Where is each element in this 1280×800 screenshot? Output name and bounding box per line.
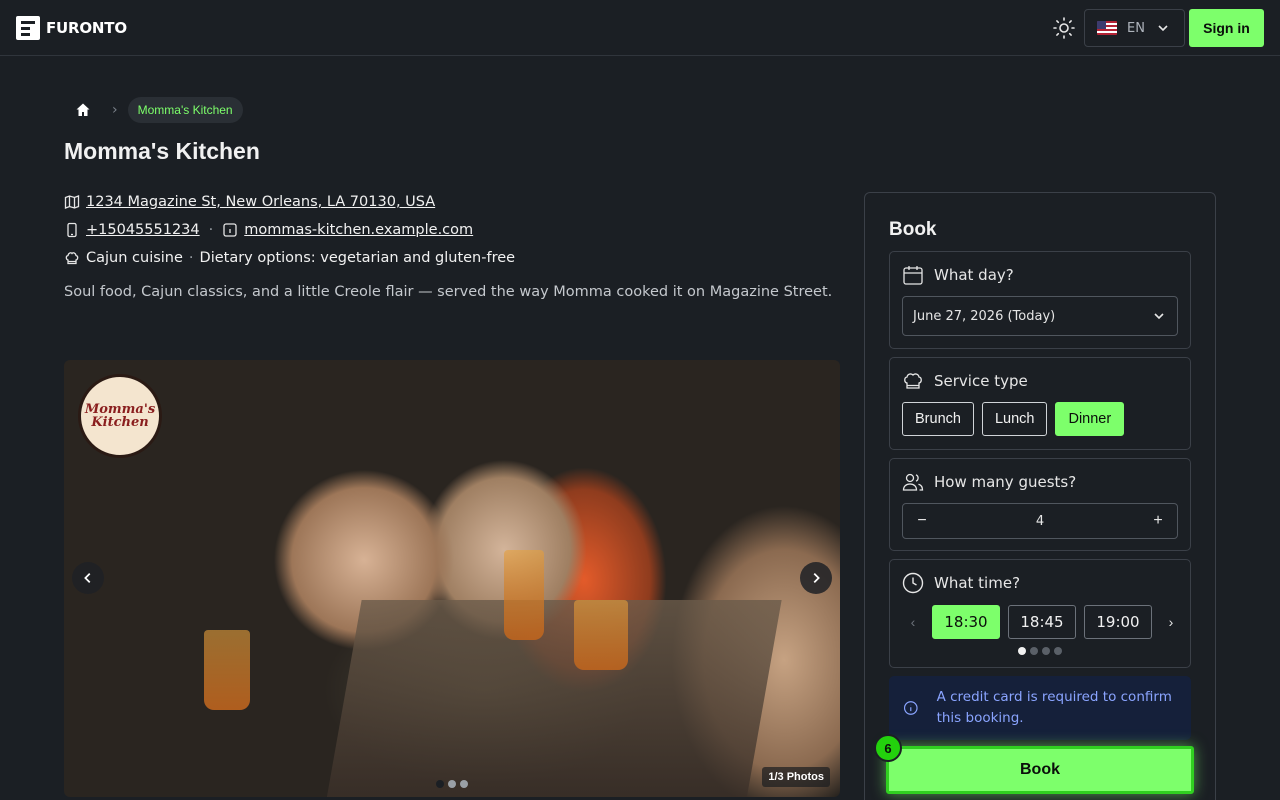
- top-bar: FURONTO EN Sign in: [0, 0, 1280, 56]
- restaurant-description: Soul food, Cajun classics, and a little …: [64, 284, 833, 300]
- cuisine-row: Cajun cuisine · Dietary options: vegetar…: [64, 250, 515, 266]
- time-slot[interactable]: 19:00: [1084, 605, 1152, 639]
- booking-panel: Book What day? June 27, 2026 (Today) Ser…: [864, 192, 1216, 800]
- users-icon: [902, 473, 924, 491]
- time-page-dot[interactable]: [1018, 647, 1026, 655]
- separator: ·: [208, 222, 214, 238]
- calendar-icon: [903, 266, 923, 285]
- guests-section: How many guests? − 4 +: [889, 458, 1191, 551]
- phone-link[interactable]: +15045551234: [86, 222, 200, 238]
- credit-card-notice: A credit card is required to confirm thi…: [889, 676, 1191, 740]
- map-icon: [64, 195, 80, 209]
- chef-hat-icon: [65, 252, 79, 265]
- photo-table-decor: [326, 600, 782, 797]
- time-page-dot[interactable]: [1054, 647, 1062, 655]
- day-value: June 27, 2026 (Today): [913, 308, 1056, 324]
- photo-glass-decor: [204, 630, 250, 710]
- logo-mark-icon: [16, 16, 40, 40]
- sign-in-button[interactable]: Sign in: [1189, 9, 1264, 47]
- service-section: Service type Brunch Lunch Dinner: [889, 357, 1191, 450]
- gallery-dot[interactable]: [448, 780, 456, 788]
- service-option-brunch[interactable]: Brunch: [902, 402, 974, 436]
- language-selector[interactable]: EN: [1084, 9, 1185, 47]
- book-button[interactable]: Book: [886, 746, 1194, 794]
- service-label: Service type: [934, 372, 1028, 390]
- chevron-down-icon: [1154, 313, 1164, 320]
- separator: ·: [188, 250, 194, 266]
- time-section: What time? ‹ 18:30 18:45 19:00 ›: [889, 559, 1191, 668]
- time-page-dots: [1018, 647, 1062, 655]
- language-code: EN: [1127, 20, 1145, 36]
- brand-name: FURONTO: [46, 19, 127, 37]
- phone-icon: [67, 222, 77, 238]
- info-icon: [223, 223, 237, 237]
- service-option-dinner[interactable]: Dinner: [1055, 402, 1125, 436]
- time-label: What time?: [934, 574, 1021, 592]
- decrease-guests-button[interactable]: −: [903, 504, 941, 538]
- address-link[interactable]: 1234 Magazine St, New Orleans, LA 70130,…: [86, 194, 435, 210]
- guests-stepper: − 4 +: [902, 503, 1178, 539]
- gallery-next-button[interactable]: [800, 562, 832, 594]
- photo-glass-decor: [574, 600, 628, 670]
- guests-label: How many guests?: [934, 473, 1077, 491]
- gallery-prev-button[interactable]: [72, 562, 104, 594]
- time-prev-button[interactable]: ‹: [902, 610, 924, 634]
- day-section: What day? June 27, 2026 (Today): [889, 251, 1191, 349]
- photo-glass-decor: [504, 550, 544, 640]
- notice-text: A credit card is required to confirm thi…: [936, 689, 1172, 726]
- guests-count: 4: [1035, 513, 1045, 529]
- step-badge: 6: [874, 734, 902, 762]
- logo-text: Momma's Kitchen: [84, 402, 156, 430]
- brand-logo[interactable]: FURONTO: [16, 16, 127, 40]
- day-select[interactable]: June 27, 2026 (Today): [902, 296, 1178, 336]
- chevron-right-icon: [813, 573, 820, 583]
- home-icon[interactable]: [64, 96, 102, 124]
- chevron-right-icon: ›: [112, 102, 118, 118]
- time-page-dot[interactable]: [1042, 647, 1050, 655]
- contact-row: +15045551234 · mommas-kitchen.example.co…: [64, 222, 473, 238]
- day-label: What day?: [934, 266, 1014, 284]
- gallery-dots: [436, 780, 468, 788]
- breadcrumb-current[interactable]: Momma's Kitchen: [127, 97, 243, 123]
- restaurant-logo: Momma's Kitchen: [78, 374, 162, 458]
- increase-guests-button[interactable]: +: [1139, 504, 1177, 538]
- time-next-button[interactable]: ›: [1160, 610, 1182, 634]
- page-title: Momma's Kitchen: [64, 138, 260, 164]
- website-link[interactable]: mommas-kitchen.example.com: [244, 222, 473, 238]
- chevron-down-icon: [1158, 25, 1168, 32]
- dietary-text: Dietary options: vegetarian and gluten-f…: [199, 250, 516, 266]
- time-slot[interactable]: 18:30: [932, 605, 1000, 639]
- info-circle-icon: [903, 701, 918, 715]
- us-flag-icon: [1097, 21, 1117, 35]
- sun-icon[interactable]: [1052, 16, 1076, 40]
- address-row: 1234 Magazine St, New Orleans, LA 70130,…: [64, 194, 435, 210]
- clock-icon: [902, 572, 924, 594]
- gallery-dot[interactable]: [436, 780, 444, 788]
- photo-gallery[interactable]: Momma's Kitchen 1/3 Photos: [64, 360, 840, 797]
- time-slot[interactable]: 18:45: [1008, 605, 1076, 639]
- photo-counter: 1/3 Photos: [762, 767, 830, 787]
- service-option-lunch[interactable]: Lunch: [981, 402, 1048, 436]
- booking-title: Book: [889, 219, 937, 240]
- time-page-dot[interactable]: [1030, 647, 1038, 655]
- cuisine-text: Cajun cuisine: [86, 250, 183, 266]
- gallery-dot[interactable]: [460, 780, 468, 788]
- chef-hat-icon: [904, 373, 922, 389]
- chevron-left-icon: [84, 573, 91, 583]
- time-slots: ‹ 18:30 18:45 19:00 ›: [902, 604, 1184, 640]
- breadcrumb: › Momma's Kitchen: [64, 96, 243, 124]
